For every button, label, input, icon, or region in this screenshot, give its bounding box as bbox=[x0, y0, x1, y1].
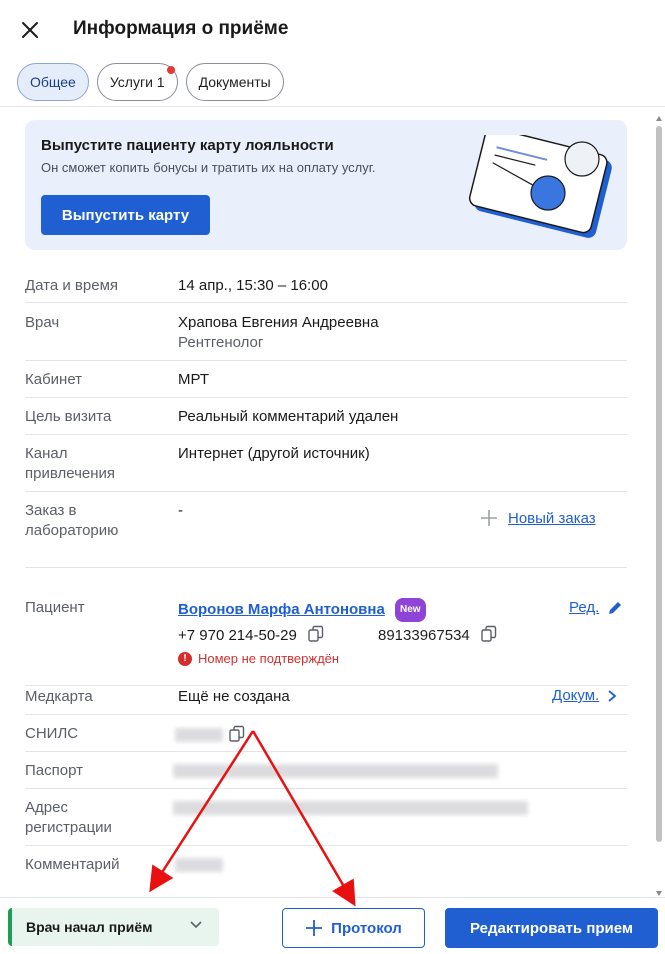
medcard-docs-link[interactable]: Докум. bbox=[552, 687, 617, 704]
close-icon bbox=[22, 22, 38, 38]
status-dropdown[interactable]: Врач начал приём bbox=[8, 908, 219, 946]
header-divider bbox=[0, 106, 665, 107]
room-value: МРТ bbox=[178, 371, 209, 388]
lab-value: - bbox=[178, 502, 183, 519]
purpose-row: Цель визита Реальный комментарий удален bbox=[25, 398, 627, 435]
channel-label-1: Канал bbox=[25, 445, 68, 462]
copy-icon[interactable] bbox=[480, 625, 498, 643]
tab-bar: Общее Услуги 1 Документы bbox=[17, 63, 284, 101]
patient-label: Пациент bbox=[25, 599, 85, 616]
doctor-specialty: Рентгенолог bbox=[178, 334, 264, 351]
patient-phone-2: 89133967534 bbox=[378, 627, 470, 644]
medcard-row: Медкарта Ещё не создана Докум. bbox=[25, 686, 627, 715]
lab-order-row: Заказ в лабораторию - Новый заказ bbox=[25, 492, 627, 568]
scroll-down-arrow-icon[interactable] bbox=[656, 891, 662, 896]
patient-row: Пациент Воронов Марфа Антоновна New Ред.… bbox=[25, 568, 627, 686]
edit-patient-link[interactable]: Ред. bbox=[569, 599, 623, 616]
datetime-row: Дата и время 14 апр., 15:30 – 16:00 bbox=[25, 265, 627, 303]
snils-redacted bbox=[175, 728, 223, 742]
address-label-2: регистрации bbox=[25, 819, 112, 836]
protocol-label: Протокол bbox=[331, 919, 402, 937]
patient-name-link[interactable]: Воронов Марфа Антоновна bbox=[178, 601, 385, 618]
patient-phone-1: +7 970 214-50-29 bbox=[178, 627, 297, 644]
channel-value: Интернет (другой источник) bbox=[178, 445, 370, 462]
address-label-1: Адрес bbox=[25, 799, 68, 816]
channel-label-2: привлечения bbox=[25, 465, 116, 482]
notification-dot bbox=[166, 66, 175, 74]
datetime-value: 14 апр., 15:30 – 16:00 bbox=[178, 277, 328, 294]
room-label: Кабинет bbox=[25, 371, 83, 388]
purpose-label: Цель визита bbox=[25, 408, 112, 425]
medcard-docs-label: Докум. bbox=[552, 687, 600, 704]
lab-label-1: Заказ в bbox=[25, 502, 77, 519]
datetime-label: Дата и время bbox=[25, 277, 119, 294]
new-badge: New bbox=[394, 598, 426, 622]
tab-documents-label: Документы bbox=[198, 74, 271, 90]
phone-warning-text: Номер не подтверждён bbox=[198, 651, 340, 666]
issue-card-button[interactable]: Выпустить карту bbox=[41, 195, 210, 235]
lab-label-2: лабораторию bbox=[25, 522, 119, 539]
passport-row: Паспорт bbox=[25, 752, 627, 789]
loyalty-promo-card: Выпустите пациенту карту лояльности Он с… bbox=[25, 120, 627, 250]
edit-appointment-button[interactable]: Редактировать прием bbox=[445, 908, 658, 948]
room-row: Кабинет МРТ bbox=[25, 361, 627, 398]
channel-row: Канал привлечения Интернет (другой источ… bbox=[25, 435, 627, 492]
phone-warning: ! Номер не подтверждён bbox=[178, 651, 339, 666]
promo-title: Выпустите пациенту карту лояльности bbox=[41, 137, 334, 154]
dialog-header: Информация о приёме bbox=[0, 0, 665, 60]
promo-subtitle: Он сможет копить бонусы и тратить их на … bbox=[41, 160, 376, 175]
scroll-up-arrow-icon[interactable] bbox=[656, 116, 662, 121]
address-row: Адрес регистрации bbox=[25, 789, 627, 846]
loyalty-card-illustration-icon bbox=[468, 135, 612, 238]
snils-label: СНИЛС bbox=[25, 725, 79, 742]
comment-redacted bbox=[175, 858, 223, 872]
chevron-down-icon bbox=[190, 921, 202, 929]
comment-label: Комментарий bbox=[25, 856, 120, 873]
doctor-name: Храпова Евгения Андреевна bbox=[178, 314, 379, 331]
tab-general[interactable]: Общее bbox=[17, 63, 89, 101]
scrollbar-thumb[interactable] bbox=[656, 126, 662, 842]
copy-icon[interactable] bbox=[307, 625, 325, 643]
passport-redacted bbox=[173, 764, 498, 778]
new-order-label: Новый заказ bbox=[508, 509, 596, 527]
tab-services[interactable]: Услуги 1 bbox=[96, 63, 178, 101]
address-redacted bbox=[173, 801, 528, 815]
pencil-icon bbox=[609, 601, 622, 614]
edit-patient-label: Ред. bbox=[569, 599, 600, 616]
passport-label: Паспорт bbox=[25, 762, 83, 779]
status-value: Врач начал приём bbox=[26, 919, 153, 935]
snils-row: СНИЛС bbox=[25, 715, 627, 752]
copy-icon[interactable] bbox=[228, 725, 246, 743]
medcard-value: Ещё не создана bbox=[178, 688, 290, 705]
page-title: Информация о приёме bbox=[73, 18, 289, 39]
footer-actions: Врач начал приём Протокол Редактировать … bbox=[0, 897, 665, 954]
alert-icon: ! bbox=[178, 651, 192, 666]
protocol-button[interactable]: Протокол bbox=[282, 908, 425, 948]
medcard-label: Медкарта bbox=[25, 688, 93, 705]
doctor-row: Врач Храпова Евгения Андреевна Рентгенол… bbox=[25, 303, 627, 361]
doctor-label: Врач bbox=[25, 314, 60, 331]
vertical-scrollbar[interactable] bbox=[655, 116, 663, 896]
plus-icon bbox=[306, 920, 323, 936]
close-button[interactable] bbox=[16, 16, 44, 44]
tab-documents[interactable]: Документы bbox=[185, 63, 284, 101]
comment-row: Комментарий bbox=[25, 846, 627, 886]
tab-general-label: Общее bbox=[30, 74, 76, 90]
chevron-right-icon bbox=[608, 689, 617, 702]
tab-services-label: Услуги 1 bbox=[109, 74, 165, 90]
purpose-value: Реальный комментарий удален bbox=[178, 408, 399, 425]
plus-icon bbox=[481, 510, 497, 526]
new-order-link[interactable]: Новый заказ bbox=[480, 509, 596, 527]
